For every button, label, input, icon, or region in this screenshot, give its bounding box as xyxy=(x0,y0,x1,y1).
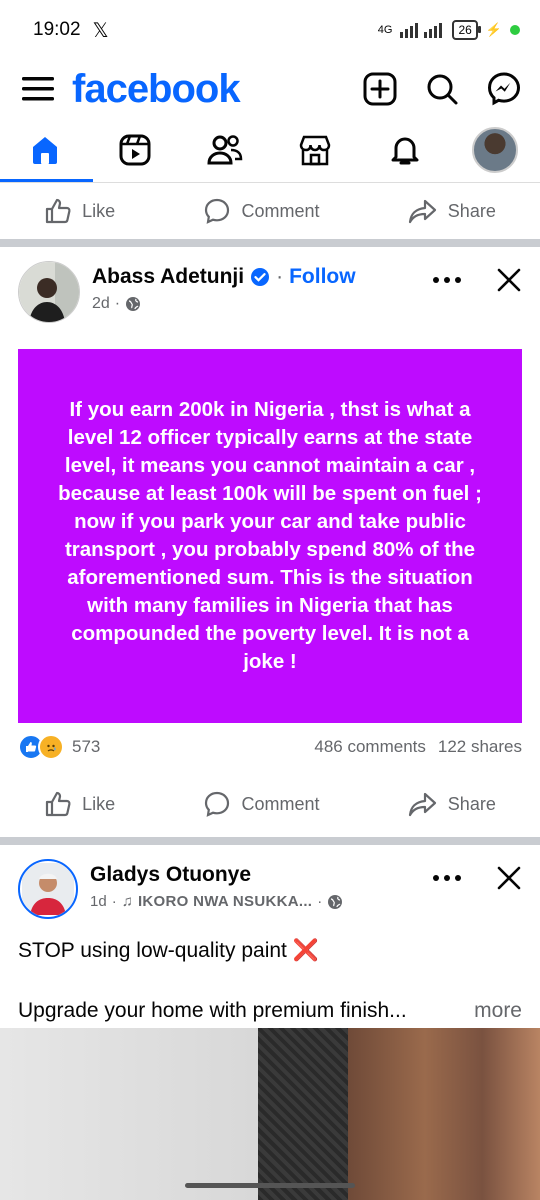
post1-reactions: 573 486 comments 122 shares xyxy=(0,723,540,771)
nav-bar xyxy=(0,118,540,183)
post1-sub-dot: · xyxy=(114,295,121,312)
post1-header: Abass Adetunji · Follow 2d · xyxy=(0,247,540,341)
post1-comment-button[interactable]: Comment xyxy=(203,790,320,818)
share-icon xyxy=(408,199,436,224)
charging-icon: ⚡ xyxy=(485,22,502,37)
more-options-icon[interactable] xyxy=(432,874,462,882)
post1-text-background[interactable]: If you earn 200k in Nigeria , thst is wh… xyxy=(18,349,522,723)
marketplace-icon xyxy=(299,135,331,166)
globe-icon xyxy=(126,297,141,311)
share-button[interactable]: Share xyxy=(408,197,496,225)
menu-icon[interactable] xyxy=(22,75,54,103)
tab-home[interactable] xyxy=(0,122,93,182)
battery-icon: 26 xyxy=(452,20,482,40)
post1-share-button[interactable]: Share xyxy=(408,790,496,818)
image-wood-region xyxy=(348,1028,540,1200)
battery-level: 26 xyxy=(458,23,472,37)
profile-avatar xyxy=(472,127,518,173)
prev-post-actions: Like Comment Share xyxy=(0,183,540,239)
post-separator xyxy=(0,239,540,247)
bell-icon xyxy=(391,137,419,165)
post2-text-line1: STOP using low-quality paint ❌ xyxy=(18,939,319,962)
comment-icon xyxy=(205,198,230,224)
post2-time: 1d xyxy=(90,893,107,910)
signal-icon xyxy=(400,23,443,38)
plus-square-icon xyxy=(363,72,397,106)
home-indicator[interactable] xyxy=(185,1183,355,1188)
status-time: 19:02 xyxy=(33,19,81,40)
messenger-icon xyxy=(487,72,521,106)
like-button[interactable]: Like xyxy=(44,197,115,225)
follow-button[interactable]: Follow xyxy=(289,265,356,289)
reaction-count[interactable]: 573 xyxy=(72,737,100,757)
home-icon xyxy=(33,137,57,164)
tab-video[interactable] xyxy=(105,122,165,178)
post1-actions: Like Comment Share xyxy=(0,771,540,837)
tab-marketplace[interactable] xyxy=(285,122,345,178)
close-icon[interactable] xyxy=(496,865,522,891)
messenger-button[interactable] xyxy=(486,71,522,107)
top-bar: facebook xyxy=(0,60,540,118)
more-options-icon[interactable] xyxy=(432,276,462,284)
facebook-logo[interactable]: facebook xyxy=(72,67,241,112)
search-button[interactable] xyxy=(424,71,460,107)
post2-text-row: Upgrade your home with premium finish...… xyxy=(0,999,540,1023)
image-tire-region xyxy=(258,1028,348,1200)
status-bar: 19:02 𝕏 4G 26 ⚡ xyxy=(0,0,540,60)
tab-notifications[interactable] xyxy=(375,122,435,178)
video-icon xyxy=(119,134,151,166)
post1-time: 2d xyxy=(92,295,110,312)
post2-author[interactable]: Gladys Otuonye xyxy=(90,863,251,887)
author-photo-icon xyxy=(22,863,74,915)
create-button[interactable] xyxy=(362,71,398,107)
status-dot xyxy=(510,25,520,35)
thumbs-up-icon xyxy=(46,198,71,224)
comment-label: Comment xyxy=(241,793,320,814)
post2-image[interactable] xyxy=(0,1028,540,1200)
network-label: 4G xyxy=(377,24,393,36)
share-icon xyxy=(408,792,436,817)
author-photo-icon xyxy=(19,262,79,322)
see-more-link[interactable]: more xyxy=(474,999,522,1023)
tab-friends[interactable] xyxy=(195,122,255,178)
post1-text: If you earn 200k in Nigeria , thst is wh… xyxy=(58,398,482,673)
image-wall-region xyxy=(0,1028,258,1200)
friends-icon xyxy=(207,135,243,165)
like-label: Like xyxy=(82,793,116,814)
post1-like-button[interactable]: Like xyxy=(44,790,115,818)
post2-text-line2: Upgrade your home with premium finish... xyxy=(18,999,407,1022)
close-icon[interactable] xyxy=(496,267,522,293)
post2-music[interactable]: IKORO NWA NSUKKA... xyxy=(138,893,312,910)
verified-badge-icon xyxy=(251,268,270,286)
thumbs-up-icon xyxy=(46,791,71,817)
comment-icon xyxy=(205,791,230,817)
comment-count[interactable]: 486 comments xyxy=(314,737,426,757)
post1-avatar[interactable] xyxy=(18,261,80,323)
sad-reaction-icon xyxy=(38,734,64,760)
share-label: Share xyxy=(447,200,496,221)
share-label: Share xyxy=(447,793,496,814)
comment-label: Comment xyxy=(241,200,320,221)
post1-dot: · xyxy=(276,265,284,288)
like-label: Like xyxy=(82,200,116,221)
search-icon xyxy=(427,74,458,105)
post2-header: Gladys Otuonye 1d · ♫ IKORO NWA NSUKKA..… xyxy=(0,845,540,937)
post2-sub-dot-2: · xyxy=(317,893,323,910)
post1-author[interactable]: Abass Adetunji xyxy=(92,265,244,289)
share-count[interactable]: 122 shares xyxy=(438,737,522,757)
globe-icon xyxy=(328,894,343,909)
x-app-icon: 𝕏 xyxy=(92,19,109,42)
post2-sub-dot: · xyxy=(111,893,117,910)
reaction-icons[interactable] xyxy=(18,734,64,760)
music-note-icon: ♫ xyxy=(121,893,133,910)
comment-button[interactable]: Comment xyxy=(203,197,320,225)
post2-avatar[interactable] xyxy=(18,859,78,919)
tab-profile[interactable] xyxy=(465,122,525,178)
post-separator xyxy=(0,837,540,845)
